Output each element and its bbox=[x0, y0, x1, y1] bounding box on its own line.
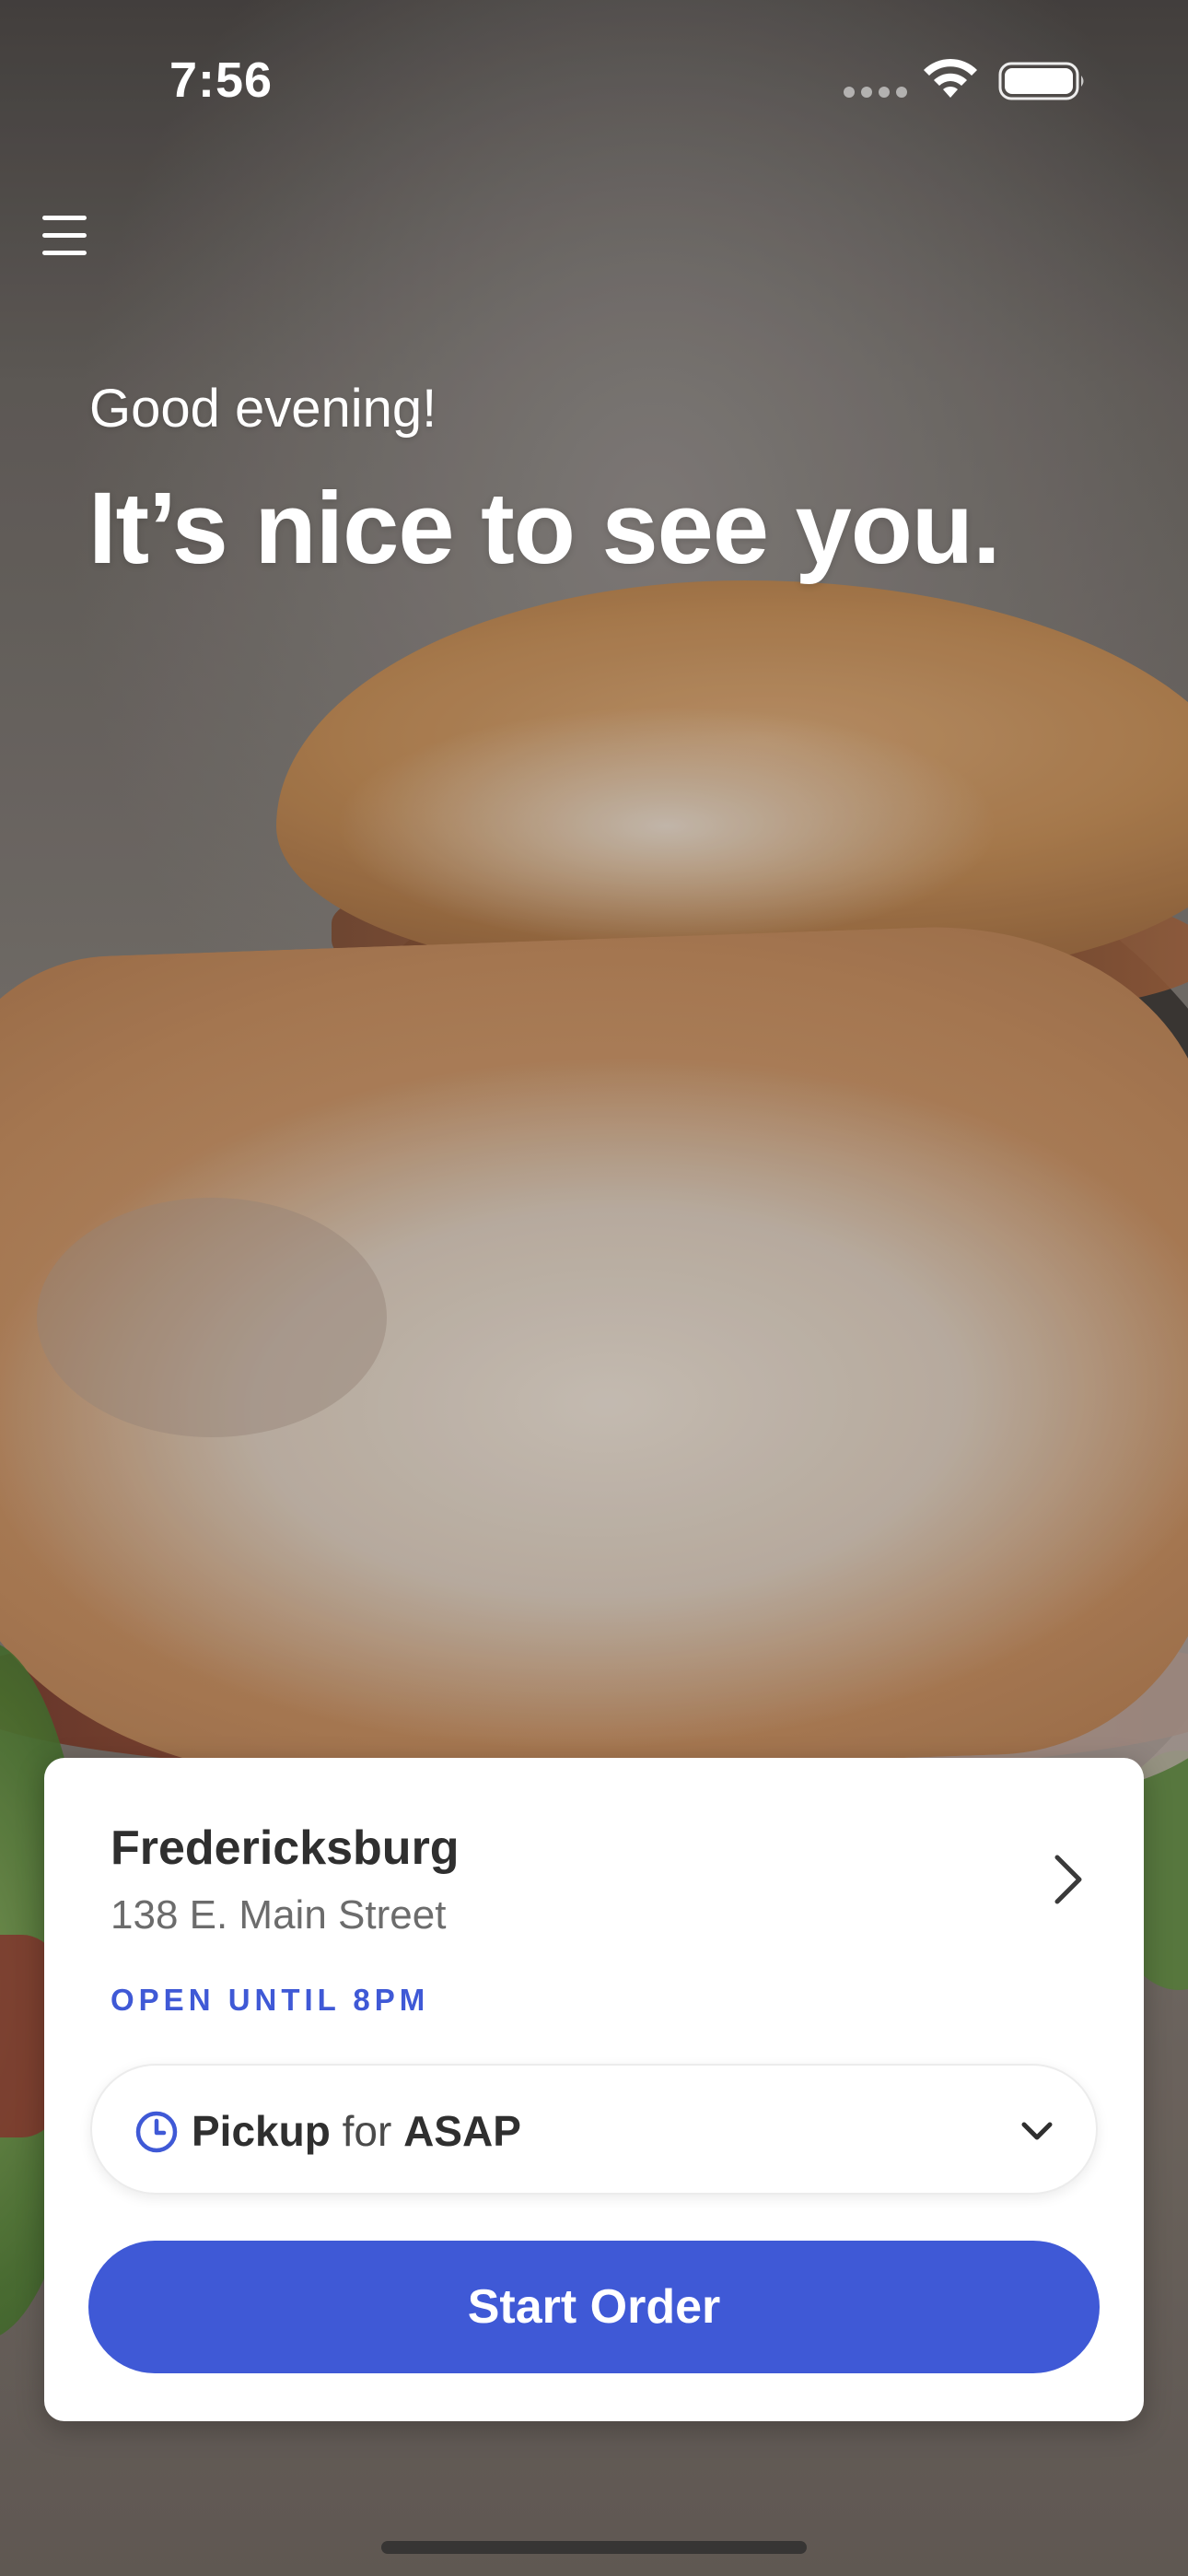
clock-icon bbox=[135, 2111, 178, 2153]
status-time: 7:56 bbox=[169, 53, 274, 108]
wifi-icon bbox=[924, 58, 977, 98]
order-mode-type: Pickup bbox=[192, 2107, 331, 2155]
order-mode-dropdown[interactable]: Pickup for ASAP bbox=[90, 2064, 1098, 2195]
hamburger-menu-icon[interactable] bbox=[42, 214, 92, 258]
store-selector-row[interactable]: Fredericksburg 138 E. Main Street bbox=[111, 1821, 1087, 1959]
status-bar: 7:56 bbox=[0, 0, 1188, 157]
order-mode-label: Pickup for ASAP bbox=[192, 2106, 521, 2156]
greeting-text: Good evening! bbox=[89, 379, 437, 439]
battery-icon bbox=[998, 62, 1084, 100]
cellular-signal-dots-icon bbox=[844, 87, 907, 98]
store-name: Fredericksburg bbox=[111, 1821, 460, 1875]
order-mode-time: ASAP bbox=[403, 2107, 521, 2155]
store-order-card: Fredericksburg 138 E. Main Street OPEN U… bbox=[44, 1758, 1144, 2421]
order-mode-connector: for bbox=[342, 2107, 392, 2155]
page-title: It’s nice to see you. bbox=[88, 472, 1001, 585]
home-indicator[interactable] bbox=[381, 2541, 807, 2554]
chevron-down-icon bbox=[1021, 2122, 1053, 2140]
store-hours-status: OPEN UNTIL 8PM bbox=[111, 1983, 430, 2017]
chevron-right-icon bbox=[1054, 1855, 1082, 1904]
store-address: 138 E. Main Street bbox=[111, 1892, 447, 1938]
start-order-button[interactable]: Start Order bbox=[88, 2241, 1100, 2373]
